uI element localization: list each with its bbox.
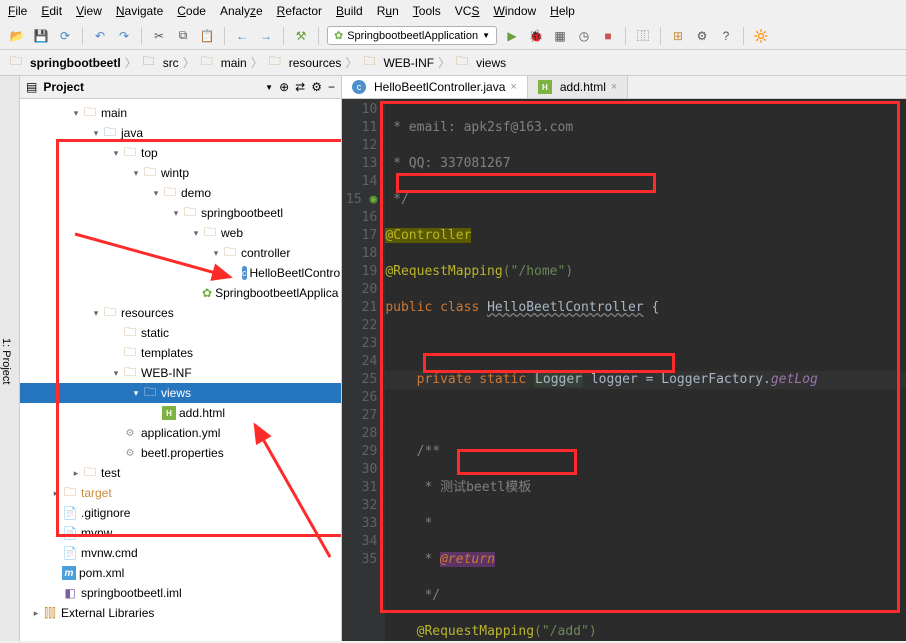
spring-icon: ✿: [334, 29, 343, 42]
editor-area: c HelloBeetlController.java × H add.html…: [342, 76, 906, 641]
tree-webinf[interactable]: ▾🗀WEB-INF: [20, 363, 341, 383]
run-icon[interactable]: ▶: [503, 27, 521, 45]
tree-beetl-properties[interactable]: ⚙beetl.properties: [20, 443, 341, 463]
html-icon: H: [538, 80, 552, 94]
paste-icon[interactable]: 📋: [198, 27, 216, 45]
chevron-down-icon[interactable]: ▼: [265, 83, 273, 92]
build-icon[interactable]: ⚒: [292, 27, 310, 45]
menu-build[interactable]: Build: [336, 4, 363, 18]
save-icon[interactable]: 💾: [32, 27, 50, 45]
panel-header: ▤ Project ▼ ⊕ ⇄ ⚙ −: [20, 76, 341, 99]
tree-test[interactable]: ▸🗀test: [20, 463, 341, 483]
copy-icon[interactable]: ⧉: [174, 27, 192, 45]
sdk-icon[interactable]: ?: [717, 27, 735, 45]
project-panel: ▤ Project ▼ ⊕ ⇄ ⚙ − ▾🗀main ▾🗀java ▾🗀top …: [20, 76, 342, 641]
menu-run[interactable]: Run: [377, 4, 399, 18]
forward-icon[interactable]: →: [257, 27, 275, 45]
tab-label: add.html: [560, 80, 606, 94]
tree-add-html[interactable]: Hadd.html: [20, 403, 341, 423]
tree-templates[interactable]: 🗀templates: [20, 343, 341, 363]
chevron-down-icon: ▼: [482, 31, 490, 40]
breadcrumb: 🗀springbootbeetl 〉 🗀src 〉 🗀main 〉 🗀resou…: [0, 50, 906, 76]
tree-mvnw[interactable]: 📄mvnw: [20, 523, 341, 543]
menu-file[interactable]: File: [8, 4, 27, 18]
tree-hello-controller[interactable]: cHelloBeetlContro: [20, 263, 341, 283]
close-icon[interactable]: ×: [510, 81, 516, 93]
gear-icon[interactable]: ⚙: [311, 80, 322, 94]
open-icon[interactable]: 📂: [8, 27, 26, 45]
tree-static[interactable]: 🗀static: [20, 323, 341, 343]
tree-demo[interactable]: ▾🗀demo: [20, 183, 341, 203]
search-icon[interactable]: 🔆: [752, 27, 770, 45]
coverage-icon[interactable]: ▦: [551, 27, 569, 45]
menu-vcs[interactable]: VCS: [455, 4, 480, 18]
project-icon: ▤: [26, 80, 37, 94]
run-config-select[interactable]: ✿ SpringbootbeetlApplication ▼: [327, 26, 497, 45]
tree-java[interactable]: ▾🗀java: [20, 123, 341, 143]
tree-controller[interactable]: ▾🗀controller: [20, 243, 341, 263]
bc-webinf[interactable]: 🗀WEB-INF: [361, 55, 434, 71]
stop-icon[interactable]: ■: [599, 27, 617, 45]
tree-application-yml[interactable]: ⚙application.yml: [20, 423, 341, 443]
tree-main[interactable]: ▾🗀main: [20, 103, 341, 123]
tree-top[interactable]: ▾🗀top: [20, 143, 341, 163]
tree-views[interactable]: ▾🗀views: [20, 383, 341, 403]
menu-code[interactable]: Code: [177, 4, 206, 18]
tree-web[interactable]: ▾🗀web: [20, 223, 341, 243]
close-icon[interactable]: ×: [611, 81, 617, 93]
menu-refactor[interactable]: Refactor: [277, 4, 322, 18]
menu-window[interactable]: Window: [493, 4, 536, 18]
panel-title: Project: [43, 80, 259, 94]
editor-tabs: c HelloBeetlController.java × H add.html…: [342, 76, 906, 99]
tree-resources[interactable]: ▾🗀resources: [20, 303, 341, 323]
tab-label: HelloBeetlController.java: [374, 80, 505, 94]
tree-mvnw-cmd[interactable]: 📄mvnw.cmd: [20, 543, 341, 563]
menu-tools[interactable]: Tools: [413, 4, 441, 18]
sync-icon[interactable]: ⟳: [56, 27, 74, 45]
bc-views[interactable]: 🗀views: [454, 55, 506, 71]
tree-sb-application[interactable]: ✿SpringbootbeetlApplica: [20, 283, 341, 303]
menu-navigate[interactable]: Navigate: [116, 4, 163, 18]
tree-gitignore[interactable]: 📄.gitignore: [20, 503, 341, 523]
hide-icon[interactable]: −: [328, 80, 335, 94]
code-editor[interactable]: 101112131415 ◉16171819202122232425262728…: [342, 99, 906, 641]
menu-help[interactable]: Help: [550, 4, 575, 18]
bc-src[interactable]: 🗀src: [141, 55, 179, 71]
back-icon[interactable]: ←: [233, 27, 251, 45]
profile-icon[interactable]: ◷: [575, 27, 593, 45]
code-body[interactable]: * email: apk2sf@163.com * QQ: 337081267 …: [385, 99, 906, 641]
run-config-label: SpringbootbeetlApplication: [347, 30, 478, 42]
redo-icon[interactable]: ↷: [115, 27, 133, 45]
toolbar: 📂 💾 ⟳ ↶ ↷ ✂ ⧉ 📋 ← → ⚒ ✿ SpringbootbeetlA…: [0, 22, 906, 50]
project-tree[interactable]: ▾🗀main ▾🗀java ▾🗀top ▾🗀wintp ▾🗀demo ▾🗀spr…: [20, 99, 341, 641]
gutter: 101112131415 ◉16171819202122232425262728…: [342, 99, 385, 641]
tree-iml[interactable]: ◧springbootbeetl.iml: [20, 583, 341, 603]
menu-edit[interactable]: Edit: [41, 4, 62, 18]
vcs-icon[interactable]: ⿲: [634, 27, 652, 45]
tree-external-libs[interactable]: ▸⫿⫿⫿External Libraries: [20, 603, 341, 623]
collapse-icon[interactable]: ⇄: [295, 80, 305, 94]
locate-icon[interactable]: ⊕: [279, 80, 289, 94]
tab-add-html[interactable]: H add.html ×: [528, 76, 628, 98]
tab-hello-controller[interactable]: c HelloBeetlController.java ×: [342, 76, 528, 98]
structure-icon[interactable]: ⊞: [669, 27, 687, 45]
debug-icon[interactable]: 🐞: [527, 27, 545, 45]
menu-view[interactable]: View: [76, 4, 102, 18]
menu-bar: File Edit View Navigate Code Analyze Ref…: [0, 0, 906, 22]
menu-analyze[interactable]: Analyze: [220, 4, 263, 18]
bc-resources[interactable]: 🗀resources: [267, 55, 342, 71]
tree-wintp[interactable]: ▾🗀wintp: [20, 163, 341, 183]
settings-icon[interactable]: ⚙: [693, 27, 711, 45]
java-icon: c: [352, 80, 366, 94]
bc-root[interactable]: 🗀springbootbeetl: [8, 55, 121, 71]
tree-target[interactable]: ▸🗀target: [20, 483, 341, 503]
tree-pom[interactable]: mpom.xml: [20, 563, 341, 583]
bc-main[interactable]: 🗀main: [199, 55, 247, 71]
tree-springbootbeetl[interactable]: ▾🗀springbootbeetl: [20, 203, 341, 223]
sidebar-tab-project[interactable]: 1: Project: [0, 76, 20, 641]
cut-icon[interactable]: ✂: [150, 27, 168, 45]
undo-icon[interactable]: ↶: [91, 27, 109, 45]
